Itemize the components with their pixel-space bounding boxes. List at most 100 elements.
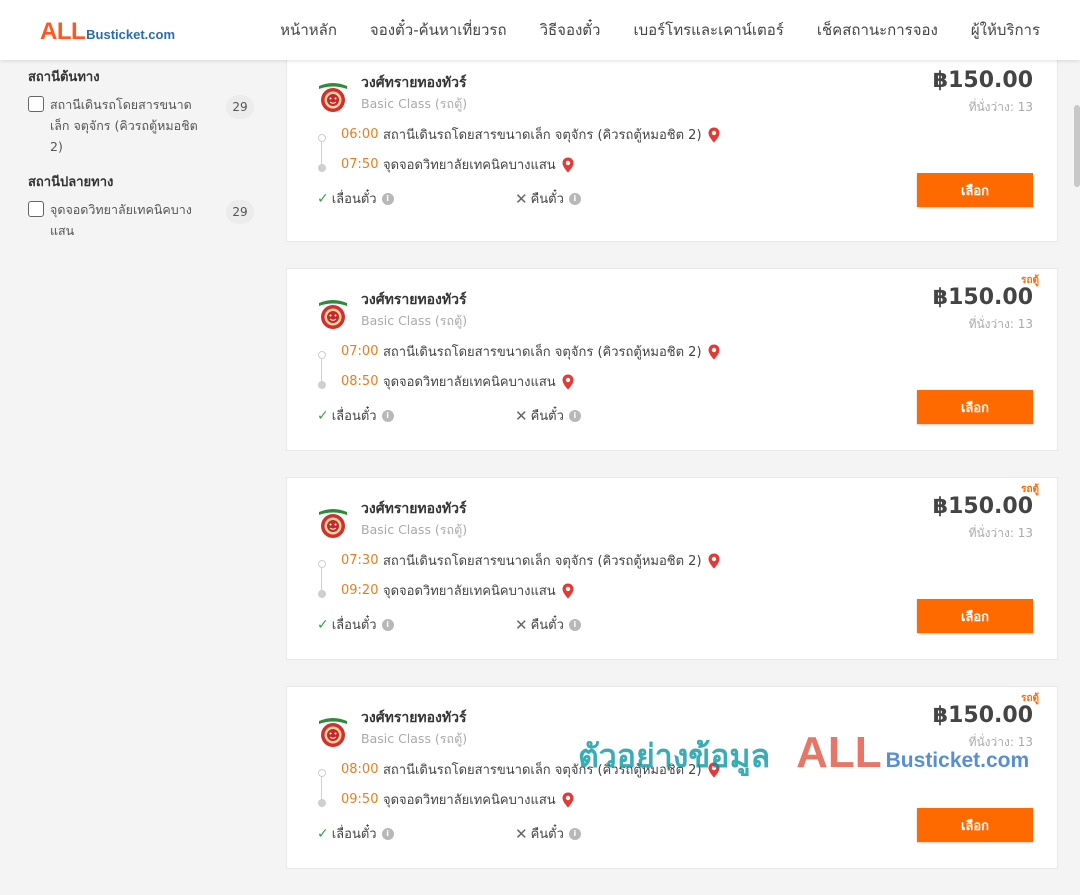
info-icon[interactable]: i (381, 192, 394, 205)
seats-available: ที่นั่งว่าง: 13 (968, 100, 1033, 114)
info-icon[interactable]: i (568, 827, 581, 840)
destination-filter-title: สถานีปลายทาง (28, 175, 114, 190)
origin-filter-title: สถานีต้นทาง (28, 70, 100, 85)
departure-station: สถานีเดินรถโดยสารขนาดเล็ก จตุจักร (คิวรถ… (383, 345, 702, 360)
arrival-station: จุดจอดวิทยาลัยเทคนิคบางแสน (383, 158, 556, 173)
info-icon[interactable]: i (568, 192, 581, 205)
arrival-station: จุดจอดวิทยาลัยเทคนิคบางแสน (383, 584, 556, 599)
info-icon[interactable]: i (381, 618, 394, 631)
info-icon[interactable]: i (381, 409, 394, 422)
trip-card: รถตู้ วงศ์ทรายทองทัวร์ Basic Class (รถตู… (286, 268, 1058, 451)
nav-book-search[interactable]: จองตั๋ว-ค้นหาเที่ยวรถ (370, 18, 507, 42)
trip-card: รถตู้ วงศ์ทรายทองทัวร์ Basic Class (รถตู… (286, 477, 1058, 660)
select-trip-button[interactable]: เลือก (917, 599, 1033, 633)
route-timeline (318, 769, 326, 807)
arrival-time: 08:50 (341, 374, 379, 389)
nav-phone-counter[interactable]: เบอร์โทรและเคาน์เตอร์ (633, 18, 783, 42)
logo-all: ALL (40, 18, 86, 45)
site-header: ALL Busticket.com หน้าหลัก จองตั๋ว-ค้นหา… (0, 0, 1080, 60)
filter-sidebar: สถานีต้นทาง สถานีเดินรถโดยสารขนาดเล็ก จต… (28, 60, 268, 241)
refund-label: คืนตั๋ว (530, 192, 564, 207)
nav-home[interactable]: หน้าหลัก (280, 18, 337, 42)
bus-class: Basic Class (รถตู้) (361, 96, 468, 111)
destination-filter-group: สถานีปลายทาง จุดจอดวิทยาลัยเทคนิคบางแสน … (28, 171, 268, 241)
change-label: เลื่อนตั๋ว (331, 827, 377, 842)
change-policy: ✓ เลื่อนตั๋ว i (317, 188, 394, 209)
route-timeline (318, 351, 326, 389)
nav-how-to-book[interactable]: วิธีจองตั๋ว (540, 18, 601, 42)
origin-filter-item[interactable]: สถานีเดินรถโดยสารขนาดเล็ก จตุจักร (คิวรถ… (28, 94, 268, 157)
select-trip-button[interactable]: เลือก (917, 173, 1033, 207)
destination-checkbox[interactable] (28, 201, 44, 217)
check-icon: ✓ (317, 616, 329, 633)
bus-class: Basic Class (รถตู้) (361, 313, 468, 328)
departure-row: 06:00 สถานีเดินรถโดยสารขนาดเล็ก จตุจักร … (341, 124, 720, 145)
departure-row: 08:00 สถานีเดินรถโดยสารขนาดเล็ก จตุจักร … (341, 759, 720, 780)
page-scrollbar[interactable] (1073, 60, 1080, 800)
site-logo[interactable]: ALL Busticket.com (40, 18, 175, 46)
seats-available: ที่นั่งว่าง: 13 (968, 317, 1033, 331)
operator-name: วงศ์ทรายทองทัวร์ (361, 501, 467, 517)
refund-label: คืนตั๋ว (530, 827, 564, 842)
bus-class: Basic Class (รถตู้) (361, 731, 468, 746)
departure-time: 08:00 (341, 762, 379, 777)
bus-class: Basic Class (รถตู้) (361, 522, 468, 537)
operator-logo-icon (319, 718, 347, 747)
arrival-time: 07:50 (341, 157, 379, 172)
departure-station: สถานีเดินรถโดยสารขนาดเล็ก จตุจักร (คิวรถ… (383, 763, 702, 778)
refund-policy: ✕ คืนตั๋ว i (515, 614, 581, 635)
seats-available: ที่นั่งว่าง: 13 (968, 735, 1033, 749)
x-icon: ✕ (515, 406, 528, 425)
trip-card: รถตู้ วงศ์ทรายทองทัวร์ Basic Class (รถตู… (286, 686, 1058, 869)
departure-row: 07:00 สถานีเดินรถโดยสารขนาดเล็ก จตุจักร … (341, 341, 720, 362)
map-pin-icon[interactable] (562, 157, 574, 173)
operator-logo-icon (319, 83, 347, 112)
refund-policy: ✕ คืนตั๋ว i (515, 823, 581, 844)
arrival-row: 07:50 จุดจอดวิทยาลัยเทคนิคบางแสน (341, 154, 574, 175)
info-icon[interactable]: i (568, 409, 581, 422)
nav-operators[interactable]: ผู้ให้บริการ (971, 18, 1040, 42)
seats-available: ที่นั่งว่าง: 13 (968, 526, 1033, 540)
trip-card: วงศ์ทรายทองทัวร์ Basic Class (รถตู้) ฿15… (286, 60, 1058, 242)
map-pin-icon[interactable] (562, 374, 574, 390)
origin-checkbox[interactable] (28, 96, 44, 112)
select-trip-button[interactable]: เลือก (917, 808, 1033, 842)
map-pin-icon[interactable] (562, 583, 574, 599)
destination-filter-item[interactable]: จุดจอดวิทยาลัยเทคนิคบางแสน 29 (28, 199, 268, 241)
origin-filter-group: สถานีต้นทาง สถานีเดินรถโดยสารขนาดเล็ก จต… (28, 66, 268, 157)
departure-time: 07:30 (341, 553, 379, 568)
main-nav: หน้าหลัก จองตั๋ว-ค้นหาเที่ยวรถ วิธีจองตั… (280, 0, 1040, 60)
departure-time: 06:00 (341, 127, 379, 142)
operator-name: วงศ์ทรายทองทัวร์ (361, 710, 467, 726)
trip-price: ฿150.00 (932, 703, 1033, 728)
refund-policy: ✕ คืนตั๋ว i (515, 405, 581, 426)
change-policy: ✓ เลื่อนตั๋ว i (317, 405, 394, 426)
check-icon: ✓ (317, 825, 329, 842)
arrival-time: 09:20 (341, 583, 379, 598)
departure-station: สถานีเดินรถโดยสารขนาดเล็ก จตุจักร (คิวรถ… (383, 128, 702, 143)
departure-time: 07:00 (341, 344, 379, 359)
change-label: เลื่อนตั๋ว (331, 618, 377, 633)
departure-row: 07:30 สถานีเดินรถโดยสารขนาดเล็ก จตุจักร … (341, 550, 720, 571)
map-pin-icon[interactable] (708, 762, 720, 778)
map-pin-icon[interactable] (708, 344, 720, 360)
scrollbar-thumb[interactable] (1074, 105, 1080, 187)
destination-filter-label[interactable]: จุดจอดวิทยาลัยเทคนิคบางแสน (50, 199, 210, 241)
trip-price: ฿150.00 (932, 494, 1033, 519)
logo-domain: Busticket.com (86, 27, 176, 42)
select-trip-button[interactable]: เลือก (917, 390, 1033, 424)
origin-filter-label[interactable]: สถานีเดินรถโดยสารขนาดเล็ก จตุจักร (คิวรถ… (50, 94, 210, 157)
nav-check-status[interactable]: เช็คสถานะการจอง (817, 18, 938, 42)
route-timeline (318, 560, 326, 598)
x-icon: ✕ (515, 189, 528, 208)
map-pin-icon[interactable] (708, 127, 720, 143)
info-icon[interactable]: i (568, 618, 581, 631)
info-icon[interactable]: i (381, 827, 394, 840)
route-timeline (318, 134, 326, 172)
map-pin-icon[interactable] (708, 553, 720, 569)
operator-logo-icon (319, 509, 347, 538)
change-policy: ✓ เลื่อนตั๋ว i (317, 614, 394, 635)
operator-name: วงศ์ทรายทองทัวร์ (361, 292, 467, 308)
operator-logo-icon (319, 300, 347, 329)
x-icon: ✕ (515, 824, 528, 843)
